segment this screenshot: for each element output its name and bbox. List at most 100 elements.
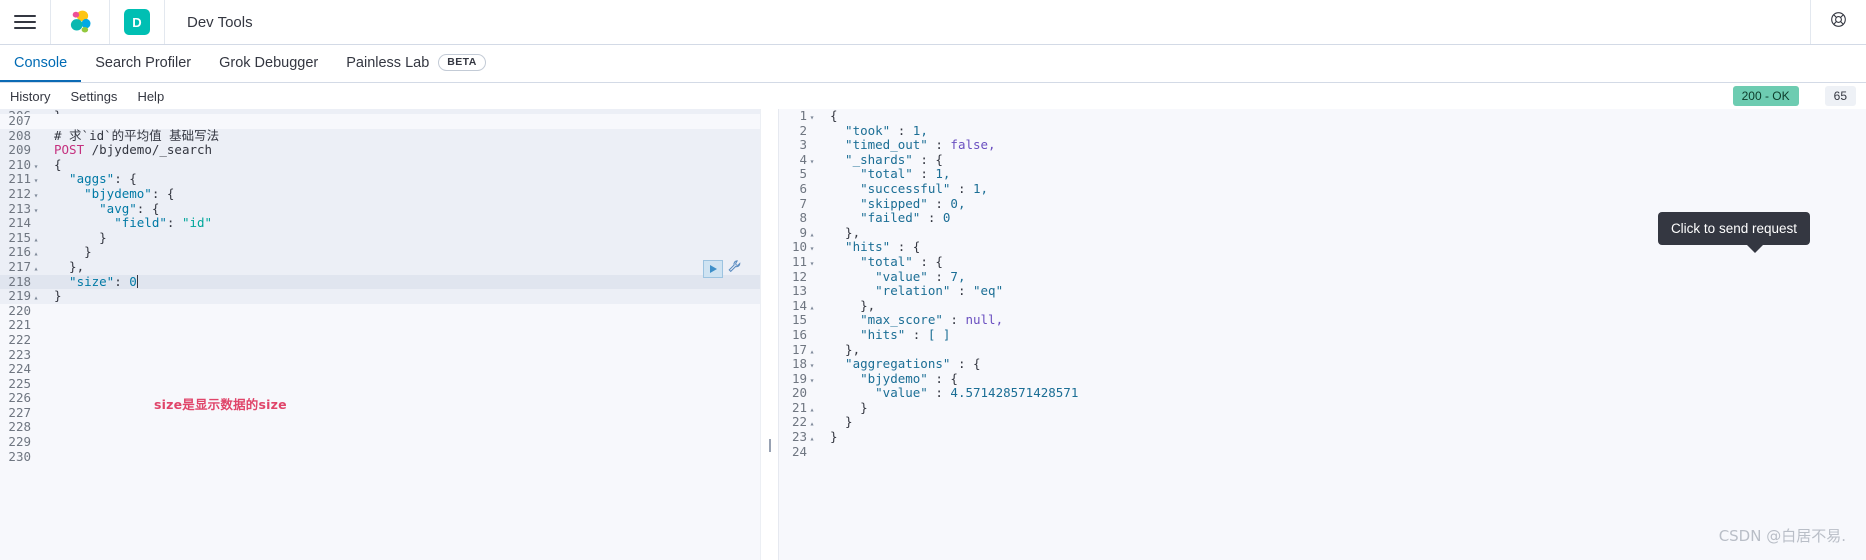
code-line[interactable]: 229 <box>0 434 760 450</box>
line-number: 209 <box>8 142 31 158</box>
code-line-text: # 求`id`的平均值 基础写法 <box>54 127 220 143</box>
page-title: Dev Tools <box>187 13 253 31</box>
code-line[interactable]: 21 ▴ } <box>778 399 1866 416</box>
code-line[interactable]: 23 ▴} <box>778 429 1866 445</box>
code-line-text: } <box>830 414 853 430</box>
code-line[interactable]: 230 <box>0 448 760 465</box>
code-line[interactable]: 221 <box>0 318 760 333</box>
request-editor[interactable]: 206}207208 # 求`id`的平均值 基础写法 209 POST /bjyde… <box>0 109 760 560</box>
code-line[interactable]: 220 <box>0 302 760 319</box>
code-line[interactable]: 226 <box>0 390 760 406</box>
code-line[interactable]: 12 "value" : 7, <box>778 269 1866 285</box>
line-number: 222 <box>8 331 31 347</box>
code-line[interactable]: 17 ▴ }, <box>778 342 1866 358</box>
code-line[interactable]: 212 ▾ "bjydemo": { <box>0 186 760 202</box>
code-line[interactable]: 19 ▾ "bjydemo" : { <box>778 370 1866 387</box>
line-number: 228 <box>8 419 31 435</box>
code-line[interactable]: 4 ▾ "_shards" : { <box>778 152 1866 168</box>
code-line[interactable]: 7 "skipped" : 0, <box>778 195 1866 212</box>
code-line[interactable]: 217 ▴ }, <box>0 258 760 275</box>
pane-splitter[interactable] <box>760 109 778 560</box>
code-line-text: "aggs": { <box>54 171 137 187</box>
line-number: 6 <box>799 180 807 196</box>
code-line[interactable]: 13 "relation" : "eq" <box>778 283 1866 299</box>
beta-badge: BETA <box>438 54 486 71</box>
code-line-text: "relation" : "eq" <box>830 283 1004 299</box>
elastic-logo-button[interactable] <box>51 0 110 44</box>
tab-painless-lab[interactable]: Painless Lab BETA <box>332 45 499 82</box>
code-line-text: } <box>830 399 868 415</box>
line-number: 220 <box>8 302 31 318</box>
code-line[interactable]: 218 "size": 0 <box>0 273 760 290</box>
code-line-text: "timed_out" : false, <box>830 137 996 153</box>
splitter-grip-icon <box>768 439 771 452</box>
code-line[interactable]: 207 <box>0 113 760 129</box>
elastic-logo-icon <box>67 9 93 35</box>
code-line-text: } <box>54 229 107 245</box>
code-line[interactable]: 11 ▾ "total" : { <box>778 253 1866 270</box>
code-line-text: "total" : { <box>830 253 943 269</box>
line-number: 2 <box>799 122 807 138</box>
line-number: 15 <box>791 312 807 328</box>
code-line[interactable]: 3 "timed_out" : false, <box>778 137 1866 153</box>
code-line-text: "bjydemo" : { <box>830 370 958 386</box>
history-button[interactable]: History <box>10 89 50 104</box>
code-line[interactable]: 210 ▾{ <box>0 157 760 173</box>
nav-menu-button[interactable] <box>0 0 51 44</box>
help-button[interactable]: Help <box>137 89 164 104</box>
request-code[interactable]: 206}207208 # 求`id`的平均值 基础写法 209 POST /bjyde… <box>0 109 760 464</box>
code-line[interactable]: 5 "total" : 1, <box>778 167 1866 182</box>
code-line[interactable]: 16 "hits" : [ ] <box>778 327 1866 343</box>
code-line[interactable]: 222 <box>0 331 760 348</box>
code-line[interactable]: 6 "successful" : 1, <box>778 180 1866 197</box>
response-time-badge: 65 <box>1824 86 1856 106</box>
code-line-text: }, <box>54 258 85 274</box>
code-line[interactable]: 216 ▴ } <box>0 245 760 260</box>
dev-tools-app: D Dev Tools Console Search Profiler Grok… <box>0 0 1866 560</box>
code-line-text: } <box>830 429 838 445</box>
code-line[interactable]: 211 ▾ "aggs": { <box>0 172 760 187</box>
code-line[interactable]: 228 <box>0 420 760 435</box>
code-line[interactable]: 208 # 求`id`的平均值 基础写法 <box>0 127 760 144</box>
code-line[interactable]: 223 <box>0 346 760 363</box>
code-line[interactable]: 15 "max_score" : null, <box>778 313 1866 328</box>
line-number: 207 <box>8 113 31 128</box>
send-request-button[interactable] <box>703 260 723 278</box>
code-line[interactable]: 215 ▴ } <box>0 229 760 246</box>
code-line-text: "skipped" : 0, <box>830 195 966 211</box>
status-badge: 200 - OK <box>1732 86 1799 106</box>
code-line[interactable]: 2 "took" : 1, <box>778 122 1866 139</box>
tab-search-profiler[interactable]: Search Profiler <box>81 45 205 82</box>
code-line[interactable]: 18 ▾ "aggregations" : { <box>778 356 1866 372</box>
code-line[interactable]: 1 ▾{ <box>778 109 1866 124</box>
code-line-text: } <box>54 288 62 304</box>
code-line[interactable]: 227 <box>0 405 760 421</box>
code-line[interactable]: 24 <box>778 444 1866 460</box>
line-number: 223 <box>8 346 31 362</box>
settings-button[interactable]: Settings <box>70 89 117 104</box>
line-number: 7 <box>799 195 807 211</box>
code-line-text: "size": 0 <box>54 273 138 289</box>
code-line[interactable]: 209 POST /bjydemo/_search <box>0 142 760 158</box>
play-triangle-icon <box>709 265 717 273</box>
response-editor[interactable]: 1 ▾{2 "took" : 1, 3 "timed_out" : false, 4 ▾… <box>778 109 1866 560</box>
code-line[interactable]: 224 <box>0 361 760 377</box>
code-line[interactable]: 219 ▴} <box>0 288 760 304</box>
code-line[interactable]: 206} <box>0 109 760 114</box>
tab-console[interactable]: Console <box>0 45 82 82</box>
code-line[interactable]: 214 "field": "id" <box>0 215 760 231</box>
wrench-icon[interactable] <box>727 259 742 279</box>
code-line[interactable]: 14 ▴ }, <box>778 298 1866 314</box>
space-switcher-button[interactable]: D <box>110 0 165 44</box>
line-number: 5 <box>799 166 807 182</box>
code-line-text: "value" : 4.571428571428571 <box>830 385 1079 401</box>
help-menu-button[interactable] <box>1810 0 1866 44</box>
code-line[interactable]: 22 ▴ } <box>778 415 1866 430</box>
code-line[interactable]: 20 "value" : 4.571428571428571 <box>778 385 1866 401</box>
code-line[interactable]: 213 ▾ "avg": { <box>0 200 760 217</box>
line-number: 230 <box>8 448 31 464</box>
code-line[interactable]: 225 <box>0 376 760 392</box>
tab-grok-debugger[interactable]: Grok Debugger <box>205 45 332 82</box>
line-number: 3 <box>799 137 807 153</box>
code-line-text: "avg": { <box>54 200 160 216</box>
